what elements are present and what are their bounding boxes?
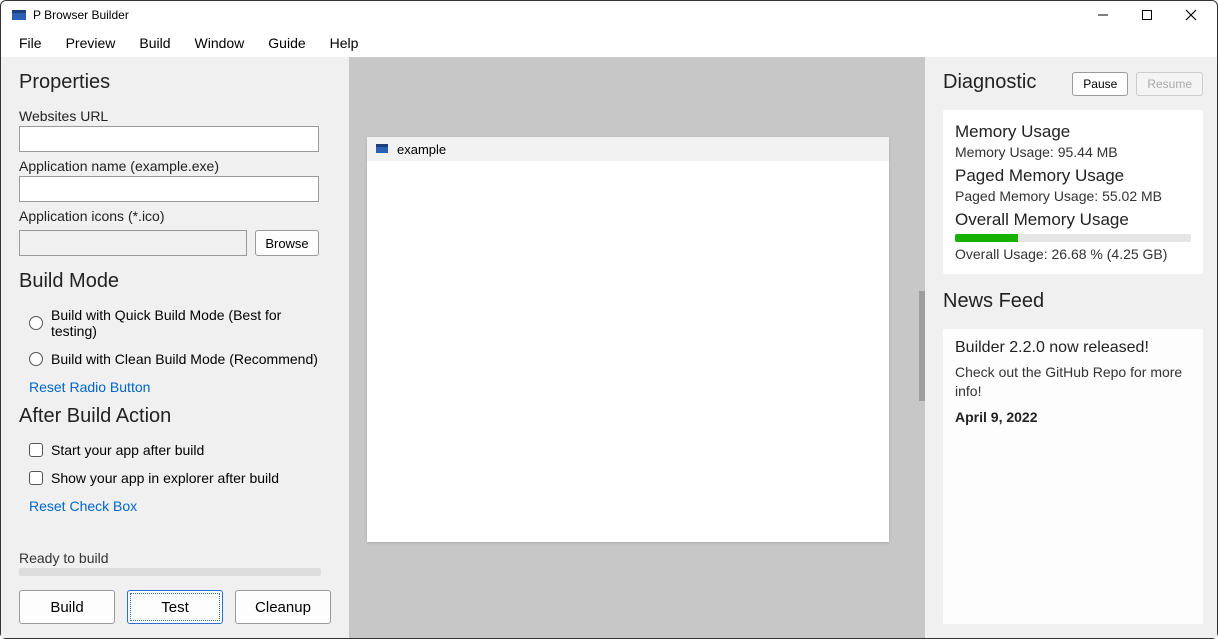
maximize-button[interactable] xyxy=(1125,1,1169,29)
overall-memory-heading: Overall Memory Usage xyxy=(955,210,1191,230)
diagnostic-panel: Diagnostic Pause Resume Memory Usage Mem… xyxy=(925,57,1217,638)
preview-area: example xyxy=(349,57,925,638)
window-controls xyxy=(1081,1,1213,29)
preview-title-text: example xyxy=(397,142,446,157)
menu-build[interactable]: Build xyxy=(129,33,180,53)
url-label: Websites URL xyxy=(19,108,331,124)
check-start-label: Start your app after build xyxy=(51,442,204,458)
overall-memory-value: Overall Usage: 26.68 % (4.25 GB) xyxy=(955,246,1191,262)
splitter-handle[interactable] xyxy=(919,291,925,401)
app-icon xyxy=(11,7,27,23)
reset-check-link[interactable]: Reset Check Box xyxy=(29,498,331,514)
radio-quick-row[interactable]: Build with Quick Build Mode (Best for te… xyxy=(29,307,331,339)
app-icon xyxy=(375,142,389,156)
diagnostic-heading: Diagnostic xyxy=(943,71,1064,94)
checkbox-icon xyxy=(29,443,43,457)
news-body: Check out the GitHub Repo for more info! xyxy=(955,363,1191,401)
radio-icon xyxy=(29,316,43,330)
check-start-row[interactable]: Start your app after build xyxy=(29,442,331,458)
news-feed-heading: News Feed xyxy=(943,290,1203,313)
radio-clean-label: Build with Clean Build Mode (Recommend) xyxy=(51,351,318,367)
window-title: P Browser Builder xyxy=(33,8,129,22)
after-build-heading: After Build Action xyxy=(19,405,331,428)
menubar: File Preview Build Window Guide Help xyxy=(1,29,1217,57)
paged-memory-value: Paged Memory Usage: 55.02 MB xyxy=(955,188,1191,204)
app-window: P Browser Builder File Preview Build Win… xyxy=(0,0,1218,639)
news-title: Builder 2.2.0 now released! xyxy=(955,339,1191,357)
preview-window[interactable]: example xyxy=(367,137,889,542)
browse-button[interactable]: Browse xyxy=(255,230,319,256)
preview-titlebar: example xyxy=(367,137,889,161)
close-icon xyxy=(1185,9,1197,21)
overall-memory-fill xyxy=(955,234,1018,242)
memory-usage-value: Memory Usage: 95.44 MB xyxy=(955,144,1191,160)
icons-input[interactable] xyxy=(19,230,247,256)
properties-heading: Properties xyxy=(19,71,331,94)
cleanup-button[interactable]: Cleanup xyxy=(235,590,331,624)
check-show-row[interactable]: Show your app in explorer after build xyxy=(29,470,331,486)
menu-guide[interactable]: Guide xyxy=(258,33,315,53)
titlebar: P Browser Builder xyxy=(1,1,1217,29)
build-progress xyxy=(19,568,321,576)
radio-icon xyxy=(29,352,43,366)
menu-help[interactable]: Help xyxy=(320,33,369,53)
minimize-icon xyxy=(1097,9,1109,21)
test-button[interactable]: Test xyxy=(127,590,223,624)
properties-panel: Properties Websites URL Application name… xyxy=(1,57,349,638)
build-status: Ready to build xyxy=(19,550,331,566)
appname-input[interactable] xyxy=(19,176,319,202)
appname-label: Application name (example.exe) xyxy=(19,158,331,174)
menu-file[interactable]: File xyxy=(9,33,52,53)
radio-quick-label: Build with Quick Build Mode (Best for te… xyxy=(51,307,331,339)
overall-memory-bar xyxy=(955,234,1191,242)
pause-button[interactable]: Pause xyxy=(1072,72,1128,96)
reset-radio-link[interactable]: Reset Radio Button xyxy=(29,379,331,395)
url-input[interactable] xyxy=(19,126,319,152)
maximize-icon xyxy=(1141,9,1153,21)
news-card: Builder 2.2.0 now released! Check out th… xyxy=(943,329,1203,624)
resume-button[interactable]: Resume xyxy=(1136,72,1203,96)
radio-clean-row[interactable]: Build with Clean Build Mode (Recommend) xyxy=(29,351,331,367)
minimize-button[interactable] xyxy=(1081,1,1125,29)
check-show-label: Show your app in explorer after build xyxy=(51,470,279,486)
memory-usage-heading: Memory Usage xyxy=(955,122,1191,142)
close-button[interactable] xyxy=(1169,1,1213,29)
icons-label: Application icons (*.ico) xyxy=(19,208,331,224)
paged-memory-heading: Paged Memory Usage xyxy=(955,166,1191,186)
menu-window[interactable]: Window xyxy=(185,33,255,53)
build-mode-heading: Build Mode xyxy=(19,270,331,293)
build-button[interactable]: Build xyxy=(19,590,115,624)
news-date: April 9, 2022 xyxy=(955,409,1191,425)
diagnostic-card: Memory Usage Memory Usage: 95.44 MB Page… xyxy=(943,110,1203,274)
checkbox-icon xyxy=(29,471,43,485)
content-area: Properties Websites URL Application name… xyxy=(1,57,1217,638)
menu-preview[interactable]: Preview xyxy=(56,33,126,53)
